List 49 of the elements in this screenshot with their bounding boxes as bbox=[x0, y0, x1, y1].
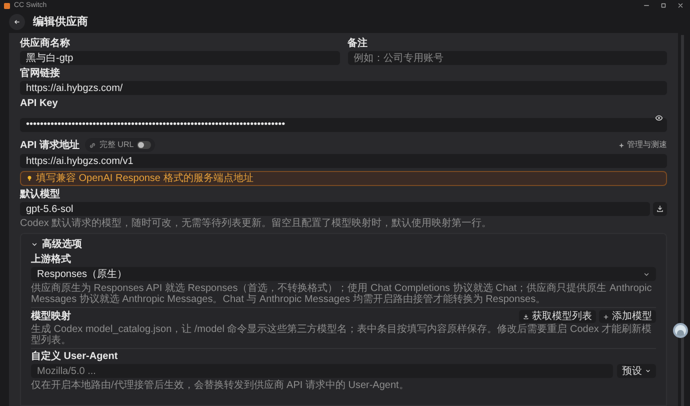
link-icon bbox=[89, 142, 96, 148]
preset-button[interactable]: 预设 bbox=[617, 364, 656, 378]
download-icon bbox=[656, 205, 664, 213]
upstream-format-select[interactable]: Responses（原生） bbox=[31, 267, 656, 281]
back-arrow-icon bbox=[13, 18, 21, 26]
sparkle-icon bbox=[618, 142, 625, 148]
download-button[interactable] bbox=[653, 202, 667, 216]
help-text: Codex 默认请求的模型，随时可改，无需等待列表更新。留空且配置了模型映射时，默认使用映射第一行。 bbox=[20, 218, 493, 229]
close-icon bbox=[677, 2, 684, 9]
manage-speed-test-button[interactable]: 管理与测速 bbox=[618, 139, 667, 151]
toggle-switch[interactable] bbox=[136, 141, 151, 149]
api-key-input[interactable]: •••••••••••••••••••••••••••••••••••••••••••••••••••••••••••••••••••••••••• bbox=[20, 118, 667, 132]
restore-icon bbox=[660, 2, 667, 9]
lightbulb-icon bbox=[26, 175, 33, 182]
field-label: API 请求地址 bbox=[20, 140, 80, 150]
help-text: 生成 Codex model_catalog.json，让 /model 命令显示这些第三方模型名；表中条目按填写内容原样保存。修改后需要重启 Codex 才能刷新模型列表。 bbox=[31, 324, 653, 346]
default-model-input[interactable]: gpt-5.6-sol bbox=[20, 202, 650, 216]
field-label: 默认模型 bbox=[20, 189, 61, 200]
user-agent-input[interactable]: Mozilla/5.0 ... bbox=[31, 364, 613, 378]
page-title: 编辑供应商 bbox=[33, 14, 88, 30]
full-url-toggle[interactable]: 完整 URL bbox=[85, 138, 155, 152]
field-label: 模型映射 bbox=[31, 311, 71, 322]
avatar-silhouette-icon bbox=[677, 330, 684, 336]
chevron-down-icon bbox=[645, 368, 651, 374]
warning-text: 填写兼容 OpenAI Response 格式的服务端点地址 bbox=[36, 172, 254, 186]
field-label: 官网链接 bbox=[20, 68, 61, 79]
api-endpoint-input[interactable]: https://ai.hybgzs.com/v1 bbox=[20, 154, 667, 168]
chevron-icon bbox=[31, 241, 38, 248]
field-label: 上游格式 bbox=[31, 254, 72, 265]
download-icon bbox=[523, 314, 529, 320]
app-logo-icon bbox=[4, 2, 10, 8]
provider-name-input[interactable]: 黑与白-gtp bbox=[20, 51, 340, 65]
field-label: 自定义 User-Agent bbox=[31, 351, 119, 362]
field-label: 供应商名称 bbox=[20, 38, 71, 49]
advanced-options-toggle[interactable]: 高级选项 bbox=[31, 237, 82, 252]
minimize-icon bbox=[643, 2, 650, 9]
notes-input[interactable]: 例如：公司专用账号 bbox=[348, 51, 667, 65]
fetch-models-button[interactable]: 获取模型列表 bbox=[519, 310, 596, 323]
field-label: 备注 bbox=[348, 38, 368, 49]
field-label: API Key bbox=[20, 98, 59, 109]
avatar[interactable] bbox=[673, 323, 688, 338]
add-model-button[interactable]: 添加模型 bbox=[599, 310, 656, 323]
help-text: 仅在开启本地路由/代理接管后生效，会替换转发到供应商 API 请求中的 User-Agent。 bbox=[31, 380, 410, 391]
eye-icon bbox=[655, 114, 663, 122]
chevron-down-icon bbox=[643, 270, 650, 278]
help-text: 供应商原生为 Responses API 就选 Responses（首选，不转换格式）；使用 Chat Completions 协议就选 Chat；供应商只提供原生 Anthropic Messages 协议就选 Anthropic Messages。Chat 与 Anthropic Messages 均需开启路由接管才能转换为 Responses。 bbox=[31, 283, 653, 305]
plus-icon bbox=[603, 314, 609, 320]
back-button[interactable] bbox=[9, 14, 25, 30]
website-input[interactable]: https://ai.hybgzs.com/ bbox=[20, 81, 667, 95]
